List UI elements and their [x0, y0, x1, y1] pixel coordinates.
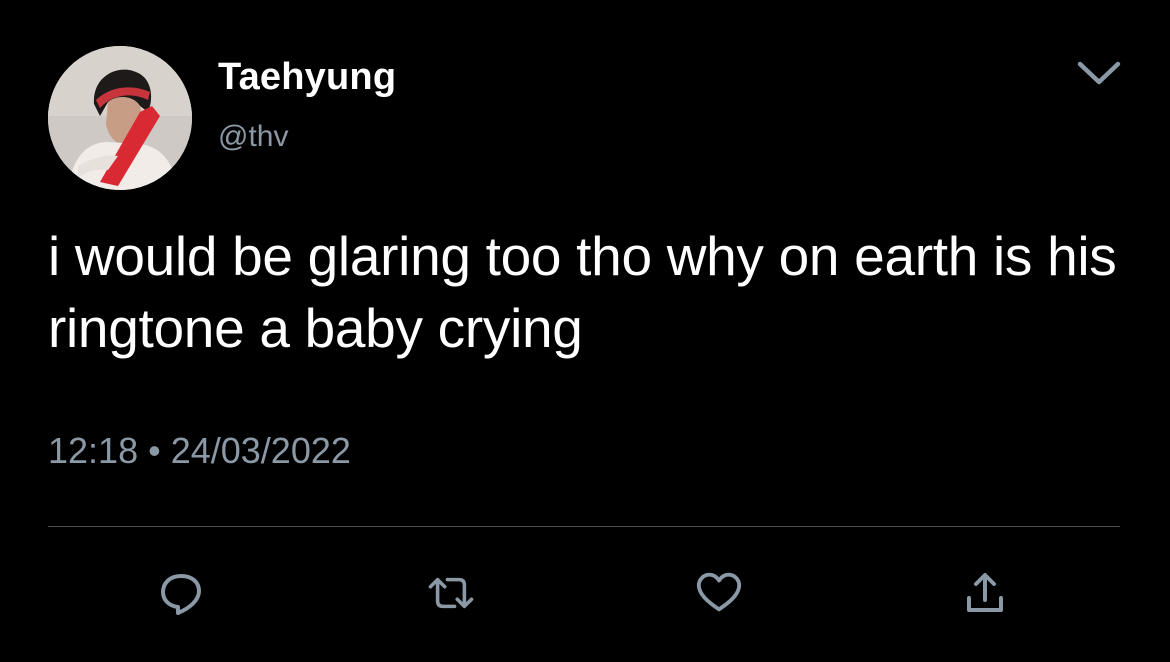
tweet-text: i would be glaring too tho why on earth … [48, 225, 1117, 359]
tweet-card: Taehyung @thv i would be glaring too tho… [0, 0, 1170, 662]
user-handle[interactable]: @thv [218, 120, 288, 154]
meta-separator: • [148, 430, 161, 471]
retweet-icon [428, 577, 474, 609]
reply-button[interactable] [156, 568, 206, 618]
tweet-timestamp[interactable]: 12:18 • 24/03/2022 [48, 430, 351, 472]
like-icon [696, 572, 742, 612]
share-icon [967, 573, 1003, 612]
chevron-down-icon[interactable] [1074, 56, 1124, 90]
divider [48, 526, 1120, 527]
retweet-button[interactable] [426, 568, 476, 618]
like-button[interactable] [694, 568, 744, 618]
avatar[interactable] [48, 46, 192, 190]
tweet-date: 24/03/2022 [170, 430, 351, 471]
share-button[interactable] [960, 568, 1010, 618]
action-bar [0, 568, 1170, 618]
display-name[interactable]: Taehyung [218, 56, 396, 99]
avatar-image [48, 46, 192, 190]
tweet-time: 12:18 [48, 430, 139, 471]
reply-icon [161, 574, 201, 615]
